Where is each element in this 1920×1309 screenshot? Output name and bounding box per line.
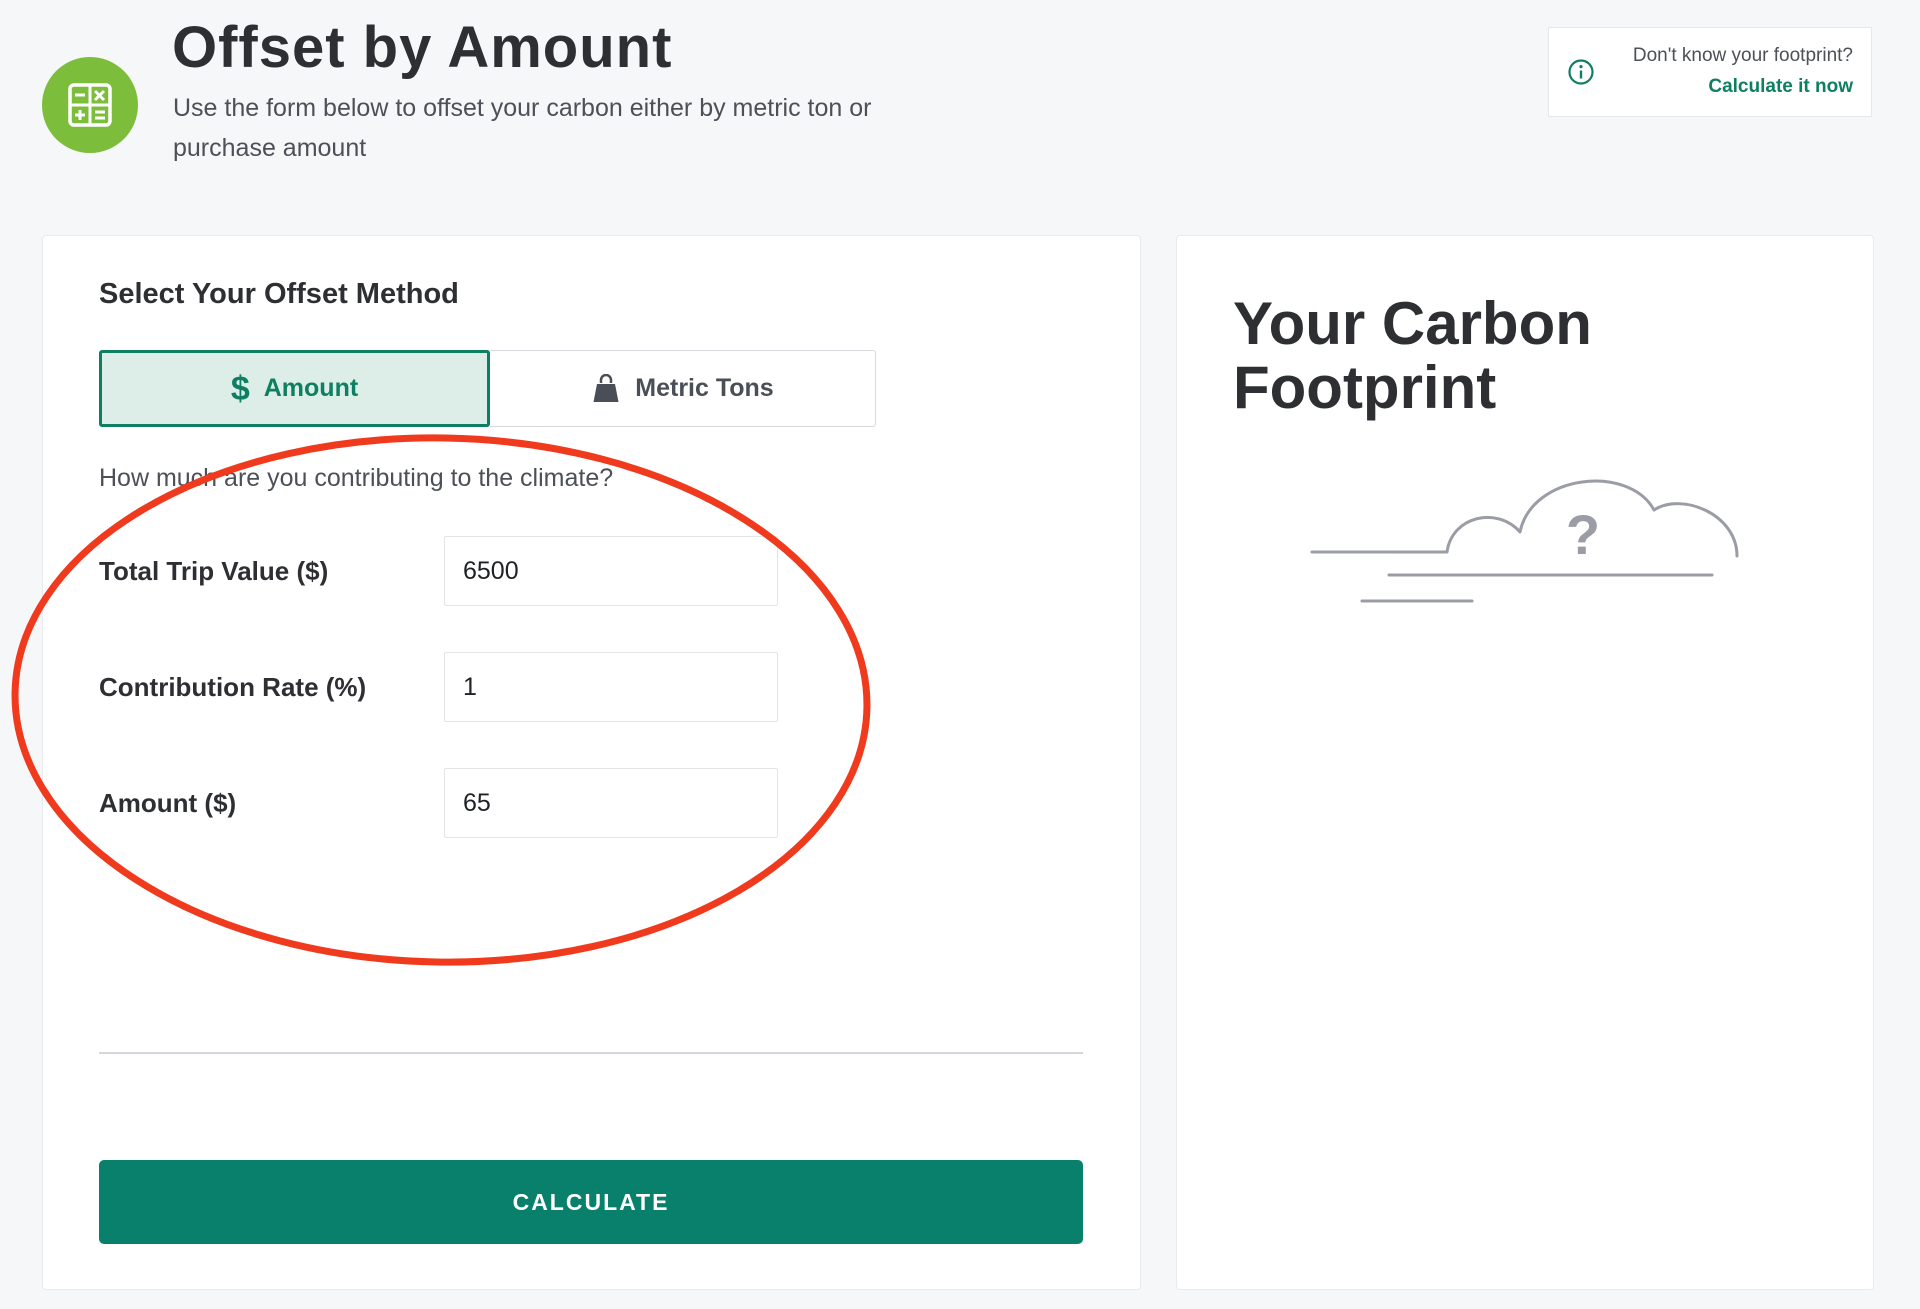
calculate-button[interactable]: CALCULATE [99,1160,1083,1244]
contribution-rate-row: Contribution Rate (%) [99,652,779,722]
amount-method-button[interactable]: $ Amount [99,350,490,427]
cloud-question-mark: ? [1566,503,1600,566]
info-icon [1568,59,1594,85]
amount-input[interactable] [444,768,778,838]
footprint-help-box: Don't know your footprint? Calculate it … [1548,27,1872,117]
amount-method-label: Amount [263,374,359,402]
page-title: Offset by Amount [172,15,673,80]
offset-form-card: Select Your Offset Method $ Amount Metri… [42,235,1141,1290]
metric-tons-method-label: Metric Tons [635,374,774,402]
total-trip-value-row: Total Trip Value ($) [99,536,779,606]
amount-label: Amount ($) [99,788,237,818]
offset-method-heading: Select Your Offset Method [99,278,459,310]
cloud-question-illustration: ? [1310,479,1739,603]
help-question: Don't know your footprint? [1632,45,1853,66]
metric-tons-method-button[interactable]: Metric Tons [490,350,876,427]
total-trip-value-input[interactable] [444,536,778,606]
contribution-prompt: How much are you contributing to the cli… [99,464,614,492]
total-trip-value-label: Total Trip Value ($) [99,556,329,586]
page-subtitle: Use the form below to offset your carbon… [173,94,872,162]
contribution-rate-input[interactable] [444,652,778,722]
header-badge [42,57,138,153]
contribution-rate-label: Contribution Rate (%) [99,672,367,702]
amount-row: Amount ($) [99,768,779,838]
form-divider [99,1052,1083,1054]
dollar-icon: $ [230,369,250,408]
carbon-footprint-card: Your Carbon Footprint ? [1176,235,1874,1290]
weight-icon [593,373,619,402]
carbon-footprint-title: Your Carbon Footprint [1233,290,1592,421]
calculate-it-now-link[interactable]: Calculate it now [1708,76,1853,98]
calculator-icon [68,83,112,127]
offset-method-toggle: $ Amount Metric Tons [99,350,876,427]
